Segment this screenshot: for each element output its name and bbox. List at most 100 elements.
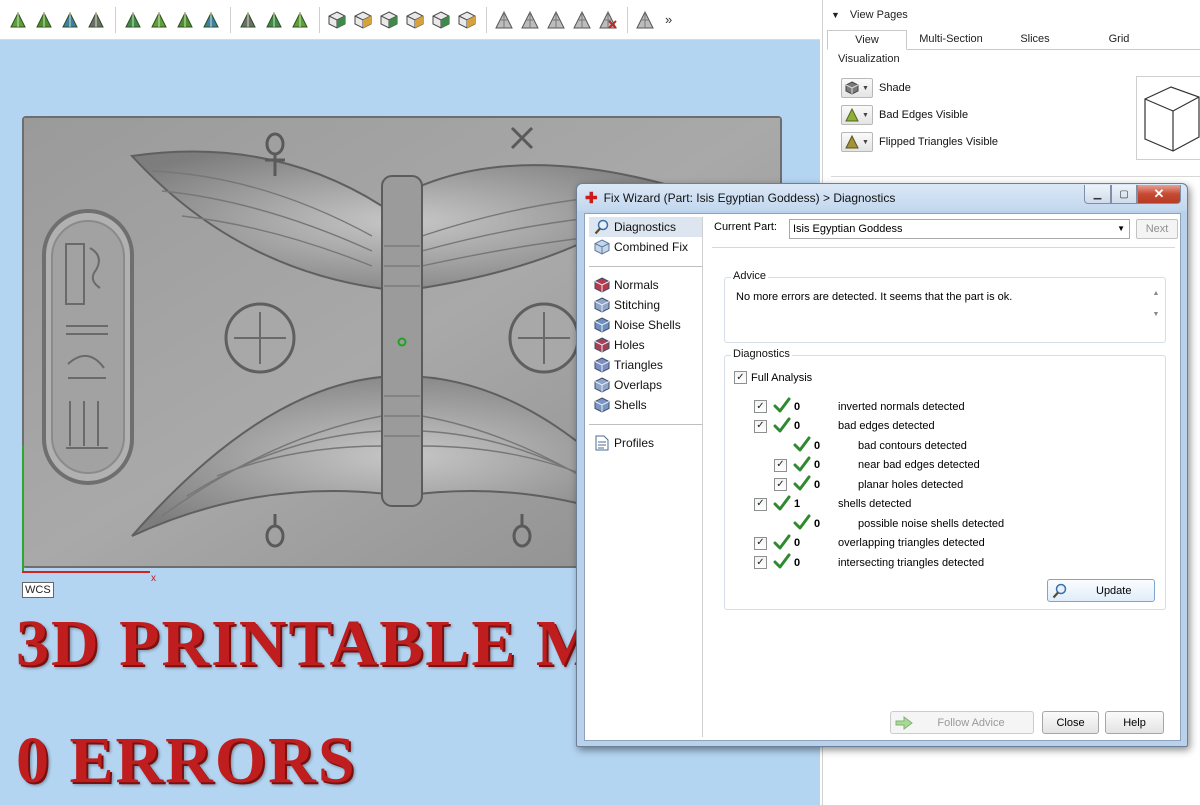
surface-select-icon[interactable] <box>121 8 145 32</box>
mesh-tool-icon[interactable] <box>492 8 516 32</box>
shell-select-icon[interactable] <box>288 8 312 32</box>
diagnostics-group-title: Diagnostics <box>731 348 792 360</box>
diagnostic-row: 0 bad contours detected <box>774 436 967 454</box>
update-button[interactable]: Update <box>1047 579 1155 602</box>
minimize-button[interactable]: ▁ <box>1084 185 1111 204</box>
diagnostic-text: shells detected <box>838 498 912 510</box>
nav-item-profiles[interactable]: Profiles <box>589 433 702 453</box>
mesh-tool-icon[interactable] <box>570 8 594 32</box>
nav-item-triangles[interactable]: Triangles <box>589 355 702 375</box>
nav-label: Diagnostics <box>614 220 677 234</box>
tab-multi-section[interactable]: Multi-Section <box>911 30 991 49</box>
full-analysis-checkbox[interactable]: ✓ <box>734 371 747 384</box>
row-checkbox[interactable]: ✓ <box>774 478 787 491</box>
view-cube[interactable] <box>1136 76 1200 160</box>
nav-label: Stitching <box>614 298 661 312</box>
nav-item-overlaps[interactable]: Overlaps <box>589 375 702 395</box>
nav-item-noise-shells[interactable]: Noise Shells <box>589 315 702 335</box>
flipped-triangles-button[interactable]: ▼ <box>841 132 873 152</box>
cube-view-icon[interactable] <box>403 8 427 32</box>
cube-view-icon[interactable] <box>351 8 375 32</box>
diagnostic-count: 0 <box>814 478 821 491</box>
toolbar-overflow-button[interactable]: » <box>665 12 672 27</box>
row-checkbox[interactable]: ✓ <box>754 400 767 413</box>
triangle-select-icon[interactable] <box>6 8 30 32</box>
row-checkbox[interactable]: ✓ <box>754 419 767 433</box>
surface-select-icon[interactable] <box>147 8 171 32</box>
green-check-icon <box>793 456 811 475</box>
next-button[interactable]: Next <box>1136 219 1178 239</box>
nav-fix-tools: Normals Stitching Noise Shells Holes Triangl… <box>589 275 702 415</box>
curve-select-icon[interactable] <box>173 8 197 32</box>
flipped-triangles-label: Flipped Triangles Visible <box>879 136 999 148</box>
nav-item-normals[interactable]: Normals <box>589 275 702 295</box>
diagnostic-text: inverted normals detected <box>838 400 965 413</box>
nav-label: Triangles <box>614 358 663 372</box>
magnifier-icon <box>593 219 610 236</box>
follow-advice-button[interactable]: Follow Advice <box>890 711 1034 734</box>
red-cross-icon: ✚ <box>585 189 598 207</box>
wizard-nav: Diagnostics Combined Fix Normals Stitchin… <box>589 217 703 737</box>
delete-triangle-icon[interactable] <box>596 8 620 32</box>
view-pages-tabs: View Multi-Section Slices Grid <box>827 30 1200 50</box>
visualization-group-title: Visualization <box>838 53 900 65</box>
shade-button[interactable]: ▼ <box>841 78 873 98</box>
shell-select-icon[interactable] <box>199 8 223 32</box>
close-button[interactable]: Close <box>1042 711 1099 734</box>
close-window-button[interactable]: ✕ <box>1137 185 1181 204</box>
row-checkbox[interactable]: ✓ <box>754 556 767 569</box>
toolbar-separator <box>319 6 320 33</box>
arrow-right-icon <box>895 716 913 730</box>
diagnostic-text: bad contours detected <box>858 439 967 452</box>
cube-view-icon[interactable] <box>455 8 479 32</box>
diagnostic-text: bad edges detected <box>838 420 935 432</box>
diagnostic-count: 0 <box>814 517 821 530</box>
row-checkbox[interactable]: ✓ <box>754 497 767 511</box>
nav-item-stitching[interactable]: Stitching <box>589 295 702 315</box>
triangle-select-icon[interactable] <box>58 8 82 32</box>
help-button[interactable]: Help <box>1105 711 1164 734</box>
maximize-button[interactable]: ▢ <box>1111 185 1137 204</box>
current-part-select[interactable]: Isis Egyptian Goddess ▼ <box>789 219 1130 239</box>
shell-select-icon[interactable] <box>236 8 260 32</box>
window-controls: ▁ ▢ ✕ <box>1084 185 1181 204</box>
row-checkbox[interactable]: ✓ <box>774 458 787 472</box>
sphere-select-icon[interactable] <box>84 8 108 32</box>
advice-group-title: Advice <box>731 270 769 282</box>
triangle-select-icon[interactable] <box>32 8 56 32</box>
nav-item-shells[interactable]: Shells <box>589 395 702 415</box>
collapse-triangle-icon[interactable]: ▼ <box>831 10 840 20</box>
green-check-icon <box>773 553 791 572</box>
cube-view-icon[interactable] <box>429 8 453 32</box>
advice-scrollbar[interactable]: ▲ ▼ <box>1149 290 1163 336</box>
green-check-icon <box>773 397 791 416</box>
view-pages-title: View Pages <box>849 9 908 21</box>
nav-label: Shells <box>614 398 647 412</box>
tab-grid[interactable]: Grid <box>1079 30 1159 49</box>
view-pages-header[interactable]: ▼ View Pages <box>823 0 1200 30</box>
full-analysis-row: ✓ Full Analysis <box>734 371 812 384</box>
mesh-tool-icon[interactable] <box>544 8 568 32</box>
cube-view-icon[interactable] <box>377 8 401 32</box>
tab-slices[interactable]: Slices <box>995 30 1075 49</box>
diagnostic-row: ✓ 0 inverted normals detected <box>754 397 965 416</box>
diagnostic-count: 0 <box>794 537 801 549</box>
mesh-tool-icon[interactable] <box>633 8 657 32</box>
x-axis <box>22 571 150 573</box>
shell-select-icon[interactable] <box>262 8 286 32</box>
nav-item-combined-fix[interactable]: Combined Fix <box>589 237 702 257</box>
nav-label: Overlaps <box>614 378 663 392</box>
panel-divider <box>831 176 1200 177</box>
bad-edges-button[interactable]: ▼ <box>841 105 873 125</box>
nav-item-holes[interactable]: Holes <box>589 335 702 355</box>
shade-label: Shade <box>879 82 911 94</box>
diagnostic-count: 0 <box>794 556 801 569</box>
nav-item-diagnostics[interactable]: Diagnostics <box>589 217 702 237</box>
cube-view-icon[interactable] <box>325 8 349 32</box>
diagnostic-row: ✓ 1 shells detected <box>754 495 912 513</box>
diagnostics-group: Diagnostics ✓ Full Analysis ✓ 0 inverted n… <box>724 348 1166 610</box>
mesh-tool-icon[interactable] <box>518 8 542 32</box>
row-checkbox[interactable]: ✓ <box>754 536 767 550</box>
diagnostic-count: 0 <box>794 400 801 413</box>
tab-view[interactable]: View <box>827 30 907 50</box>
